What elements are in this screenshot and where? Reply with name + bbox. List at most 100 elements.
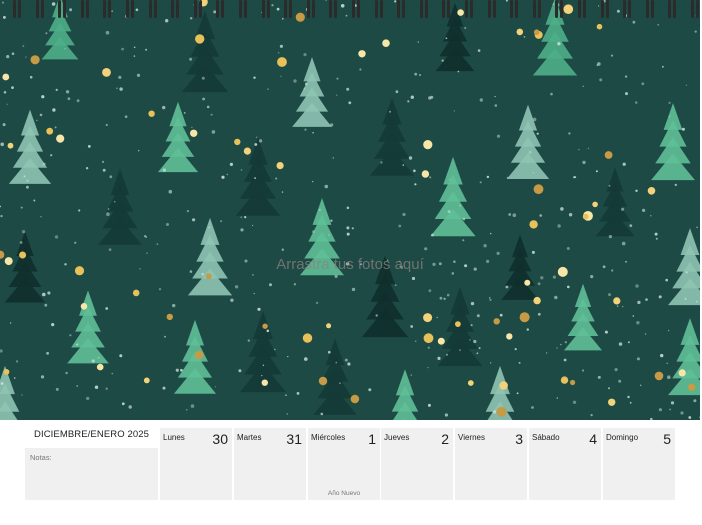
day-cell-wednesday[interactable]: Miércoles 1 Año Nuevo — [308, 428, 380, 500]
snow-dot — [22, 45, 25, 47]
snow-dot — [428, 289, 432, 293]
gold-dot — [592, 201, 598, 208]
snow-dot — [629, 401, 632, 404]
snow-dot — [303, 53, 307, 57]
gold-dot — [243, 147, 251, 155]
snow-dot — [40, 216, 42, 218]
spiral-binding — [0, 0, 701, 22]
snow-dot — [55, 88, 58, 91]
gold-dot — [423, 313, 433, 323]
snow-dot — [496, 134, 501, 138]
binding-ring — [372, 0, 385, 18]
snow-dot — [464, 26, 467, 30]
snow-dot — [254, 143, 258, 146]
snow-dot — [180, 368, 183, 372]
snow-dot — [644, 333, 647, 335]
tree-shape — [668, 318, 700, 396]
binding-ring — [259, 0, 272, 18]
binding-ring — [530, 0, 543, 18]
snow-dot — [105, 307, 109, 310]
snow-dot — [429, 176, 432, 179]
snow-dot — [206, 105, 210, 109]
gold-dot — [194, 350, 204, 360]
snow-dot — [582, 160, 586, 165]
snow-dot — [0, 214, 3, 218]
gold-dot — [234, 138, 241, 146]
snow-dot — [394, 284, 397, 287]
day-cell-friday[interactable]: Viernes 3 — [455, 428, 527, 500]
snow-dot — [55, 387, 59, 391]
snow-dot — [514, 348, 517, 351]
snow-dot — [359, 68, 362, 71]
day-cell-saturday[interactable]: Sábado 4 — [529, 428, 601, 500]
snow-dot — [26, 179, 29, 183]
snow-dot — [21, 230, 26, 234]
snow-dot — [531, 250, 535, 254]
snow-dot — [437, 356, 441, 360]
gold-dot — [277, 57, 287, 67]
day-name: Domingo — [606, 433, 639, 442]
snow-dot — [229, 162, 233, 166]
gold-dot — [382, 39, 390, 47]
snow-dot — [335, 361, 338, 364]
snow-dot — [183, 112, 186, 114]
snow-dot — [414, 340, 417, 343]
snow-dot — [557, 42, 561, 46]
notes-area[interactable]: Notas: — [25, 448, 158, 500]
tree-shape — [0, 365, 20, 420]
snow-dot — [39, 113, 43, 117]
snow-dot — [311, 180, 314, 183]
snow-dot — [528, 150, 532, 154]
gold-dot — [582, 213, 589, 220]
snow-dot — [618, 379, 622, 383]
snow-dot — [476, 352, 479, 355]
binding-ring — [621, 0, 634, 18]
gold-dot — [519, 312, 530, 323]
snow-dot — [560, 343, 562, 346]
gold-dot — [524, 279, 531, 286]
day-cell-monday[interactable]: Lunes 30 — [160, 428, 232, 500]
snow-dot — [234, 285, 239, 289]
snow-dot — [380, 161, 383, 164]
snow-dot — [446, 293, 450, 297]
snow-dot — [453, 110, 455, 112]
snow-dot — [431, 233, 434, 237]
snow-dot — [44, 303, 48, 307]
gold-dot — [276, 162, 284, 170]
snow-dot — [304, 357, 308, 361]
gold-dot — [560, 376, 569, 384]
snow-dot — [351, 227, 354, 230]
snow-dot — [304, 128, 307, 131]
snow-dot — [462, 217, 466, 221]
gold-dot — [102, 68, 111, 77]
snow-dot — [47, 291, 51, 295]
tree-shape — [157, 101, 199, 173]
binding-ring — [643, 0, 656, 18]
snow-dot — [6, 103, 8, 106]
snow-dot — [312, 230, 315, 234]
snow-dot — [413, 169, 416, 173]
tree-shape — [292, 57, 332, 127]
gold-dot — [350, 394, 360, 404]
snow-dot — [666, 362, 668, 365]
tree-shape — [313, 338, 357, 415]
binding-ring — [237, 0, 249, 18]
snow-dot — [486, 175, 490, 179]
day-cell-thursday[interactable]: Jueves 2 — [381, 428, 453, 500]
snow-dot — [303, 88, 305, 90]
snow-dot — [336, 94, 338, 96]
snow-dot — [320, 412, 324, 416]
snow-dot — [65, 90, 70, 94]
snow-dot — [699, 416, 700, 419]
gold-dot — [570, 379, 576, 386]
binding-ring — [11, 0, 23, 18]
snow-dot — [568, 132, 571, 135]
snow-dot — [201, 76, 205, 80]
day-cell-sunday[interactable]: Domingo 5 — [603, 428, 675, 500]
photo-drop-area[interactable]: Arrastra tus fotos aquí — [0, 0, 700, 420]
snow-dot — [164, 335, 166, 338]
snow-dot — [304, 82, 308, 86]
snow-dot — [346, 206, 350, 210]
day-cell-tuesday[interactable]: Martes 31 — [234, 428, 306, 500]
snow-dot — [641, 82, 645, 86]
